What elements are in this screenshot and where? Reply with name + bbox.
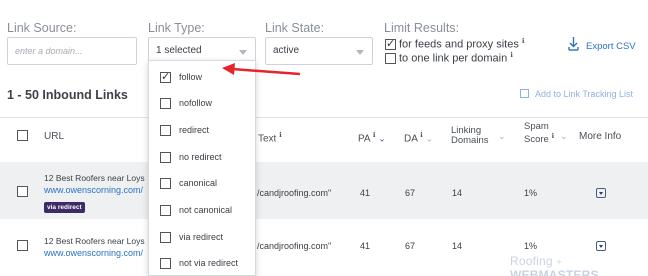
sort-icon[interactable]: ⌄	[498, 131, 506, 142]
sort-icon[interactable]: ⌄	[560, 131, 568, 142]
watermark-webmasters: WEBMASTERS	[510, 268, 599, 276]
option-checkbox[interactable]	[160, 232, 171, 243]
row-url-title: 12 Best Roofers near Loys	[44, 173, 145, 183]
link-type-label: Link Type:	[148, 21, 205, 35]
row-anchor-text: /candjroofing.com"	[257, 188, 332, 198]
link-type-value: 1 selected	[156, 45, 202, 56]
row-linking-domains: 14	[452, 188, 463, 198]
link-state-select[interactable]: active	[265, 37, 373, 65]
info-icon: ℹ	[372, 132, 376, 139]
limit-results-label: Limit Results:	[384, 21, 460, 35]
add-to-tracking-link[interactable]: Add to Link Tracking List	[535, 89, 633, 99]
option-label: via redirect	[179, 232, 224, 242]
option-checkbox[interactable]	[160, 258, 171, 269]
link-state-value: active	[273, 45, 300, 56]
info-icon: ℹ	[521, 38, 525, 45]
row-pa: 41	[360, 188, 371, 198]
option-label: not canonical	[179, 205, 233, 215]
expand-more-info-icon[interactable]	[596, 241, 606, 251]
sort-icon[interactable]: ⌄	[426, 133, 434, 143]
column-header-linking-line2[interactable]: Domains	[451, 136, 489, 146]
option-checkbox[interactable]	[160, 98, 171, 109]
select-all-checkbox[interactable]	[17, 130, 28, 141]
link-source-placeholder: enter a domain...	[15, 46, 83, 56]
column-header-url[interactable]: URL	[44, 131, 64, 142]
option-checkbox[interactable]	[160, 125, 171, 136]
row-url-title: 12 Best Roofers near Loys	[44, 236, 145, 246]
link-source-input[interactable]: enter a domain...	[7, 37, 137, 65]
sort-desc-icon[interactable]: ⌄	[378, 133, 386, 143]
row-anchor-text: /candjroofing.com"	[257, 241, 332, 251]
row-url-link[interactable]: www.owenscorning.com/	[44, 185, 143, 195]
link-type-dropdown: follow nofollow redirect no redirect can…	[148, 60, 256, 276]
dropdown-option-no-redirect[interactable]: no redirect	[149, 144, 255, 170]
chevron-down-icon	[356, 50, 364, 55]
info-icon: ℹ	[551, 133, 555, 140]
red-arrow-annotation	[222, 63, 301, 76]
row-url-link[interactable]: www.owenscorning.com/	[44, 248, 143, 258]
chevron-down-icon	[239, 50, 247, 55]
one-link-per-domain-checkbox[interactable]	[385, 53, 396, 64]
one-link-per-domain-label: to one link per domain	[399, 52, 508, 65]
option-label: follow	[179, 72, 203, 82]
option-label: canonical	[179, 178, 218, 188]
row-linking-domains: 14	[452, 241, 463, 251]
option-label: no redirect	[179, 152, 222, 162]
column-header-da[interactable]: DA	[404, 133, 417, 144]
row-spam-score: 1%	[524, 188, 538, 198]
download-icon[interactable]	[568, 36, 579, 52]
column-header-spam-line1[interactable]: Spam	[524, 122, 554, 132]
info-icon: ℹ	[420, 132, 423, 139]
table-row: 12 Best Roofers near Loys www.owenscorni…	[0, 162, 648, 219]
info-icon: ℹ	[279, 132, 282, 139]
dropdown-option-via-redirect[interactable]: via redirect	[149, 224, 255, 250]
add-tracking-icon[interactable]	[520, 89, 529, 98]
watermark-roofing: Roofing	[510, 254, 553, 268]
option-label: redirect	[179, 125, 210, 135]
option-label: not via redirect	[179, 258, 239, 268]
dropdown-option-not-via-redirect[interactable]: not via redirect	[149, 250, 255, 276]
option-label: nofollow	[179, 98, 213, 108]
row-checkbox[interactable]	[17, 186, 28, 197]
option-checkbox[interactable]	[160, 205, 171, 216]
dropdown-option-canonical[interactable]: canonical	[149, 170, 255, 196]
dropdown-option-not-canonical[interactable]: not canonical	[149, 197, 255, 223]
dropdown-option-redirect[interactable]: redirect	[149, 117, 255, 143]
link-source-label: Link Source:	[7, 21, 77, 35]
row-da: 67	[405, 241, 416, 251]
column-header-more-info: More Info	[579, 131, 622, 142]
column-header-text[interactable]: Text	[258, 133, 276, 144]
option-checkbox[interactable]	[160, 152, 171, 163]
via-redirect-badge: via redirect	[44, 202, 85, 213]
row-pa: 41	[360, 241, 371, 251]
expand-more-info-icon[interactable]	[596, 188, 606, 198]
row-spam-score: 1%	[524, 241, 538, 251]
export-csv-button[interactable]: Export CSV	[586, 41, 636, 52]
column-header-pa[interactable]: PA	[358, 133, 370, 144]
option-checkbox[interactable]	[160, 178, 171, 189]
option-checkbox[interactable]	[160, 70, 171, 84]
feeds-proxy-label: for feeds and proxy sites	[399, 38, 519, 51]
info-icon: ℹ	[510, 52, 513, 59]
feeds-proxy-checkbox[interactable]	[385, 37, 396, 51]
column-header-spam-line2[interactable]: Score	[524, 134, 549, 145]
dropdown-option-nofollow[interactable]: nofollow	[149, 90, 255, 116]
inbound-links-count: 1 - 50 Inbound Links	[7, 88, 128, 102]
link-state-label: Link State:	[265, 21, 325, 35]
row-da: 67	[405, 188, 416, 198]
row-checkbox[interactable]	[17, 240, 28, 251]
